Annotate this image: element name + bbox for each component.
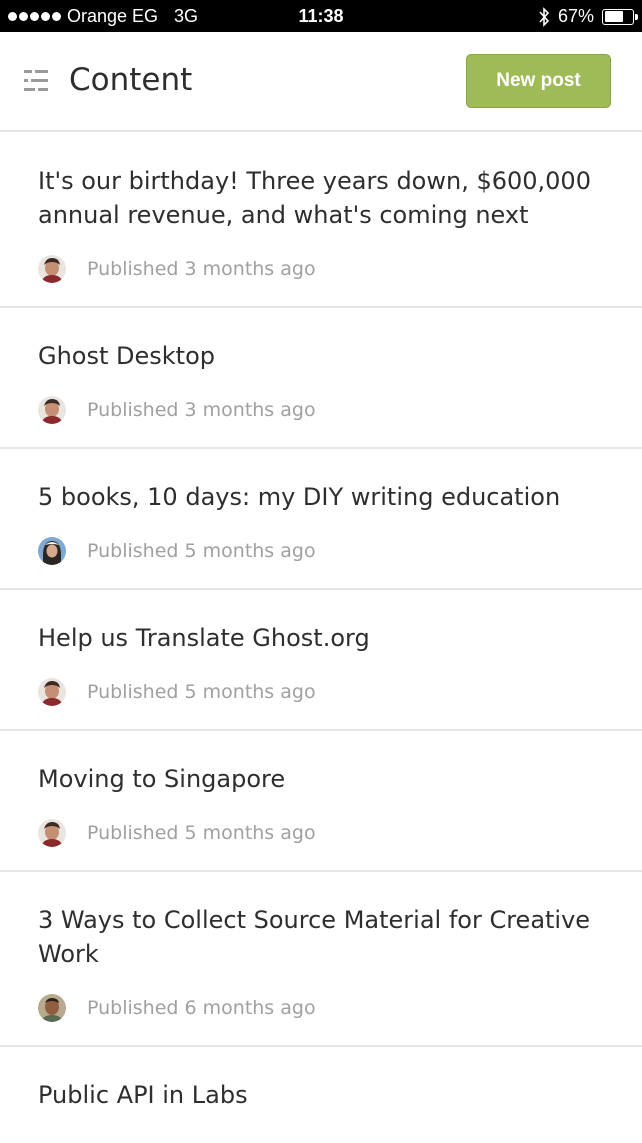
post-title[interactable]: Moving to Singapore (38, 762, 604, 796)
post-title[interactable]: It's our birthday! Three years down, $60… (38, 164, 604, 232)
page-title: Content (69, 62, 193, 98)
post-list: It's our birthday! Three years down, $60… (0, 133, 642, 1112)
author-avatar (38, 255, 66, 283)
post-title[interactable]: Ghost Desktop (38, 339, 604, 373)
status-right: 67% (538, 6, 638, 27)
post-list-item[interactable]: It's our birthday! Three years down, $60… (0, 133, 642, 308)
post-list-item[interactable]: Public API in Labs (0, 1047, 642, 1112)
post-status: Published 3 months ago (87, 258, 316, 280)
post-status: Published 6 months ago (87, 997, 316, 1019)
post-meta: Published 5 months ago (38, 677, 604, 707)
bluetooth-icon (539, 6, 550, 27)
post-title[interactable]: 3 Ways to Collect Source Material for Cr… (38, 903, 604, 971)
post-status: Published 5 months ago (87, 540, 316, 562)
author-avatar (38, 396, 66, 424)
status-bar: Orange EG 3G 11:38 67% (0, 0, 642, 32)
post-meta: Published 6 months ago (38, 993, 604, 1023)
menu-icon[interactable] (24, 70, 48, 92)
post-status: Published 5 months ago (87, 822, 316, 844)
post-list-item[interactable]: Ghost Desktop Published 3 months ago (0, 308, 642, 449)
post-list-item[interactable]: Help us Translate Ghost.org Published 5 … (0, 590, 642, 731)
battery-level-fill (604, 11, 623, 22)
battery-icon (602, 8, 638, 25)
post-meta: Published 3 months ago (38, 254, 604, 284)
post-list-item[interactable]: 3 Ways to Collect Source Material for Cr… (0, 872, 642, 1047)
author-avatar (38, 537, 66, 565)
post-title[interactable]: 5 books, 10 days: my DIY writing educati… (38, 480, 604, 514)
author-avatar (38, 819, 66, 847)
new-post-button[interactable]: New post (466, 54, 611, 108)
author-avatar (38, 678, 66, 706)
post-status: Published 3 months ago (87, 399, 316, 421)
post-status: Published 5 months ago (87, 681, 316, 703)
battery-percent: 67% (557, 6, 594, 26)
post-title[interactable]: Public API in Labs (38, 1078, 604, 1112)
post-list-item[interactable]: Moving to Singapore Published 5 months a… (0, 731, 642, 872)
post-meta: Published 3 months ago (38, 395, 604, 425)
post-meta: Published 5 months ago (38, 818, 604, 848)
author-avatar (38, 994, 66, 1022)
post-list-item[interactable]: 5 books, 10 days: my DIY writing educati… (0, 449, 642, 590)
post-meta: Published 5 months ago (38, 536, 604, 566)
header: Content New post (0, 32, 642, 132)
post-title[interactable]: Help us Translate Ghost.org (38, 621, 604, 655)
